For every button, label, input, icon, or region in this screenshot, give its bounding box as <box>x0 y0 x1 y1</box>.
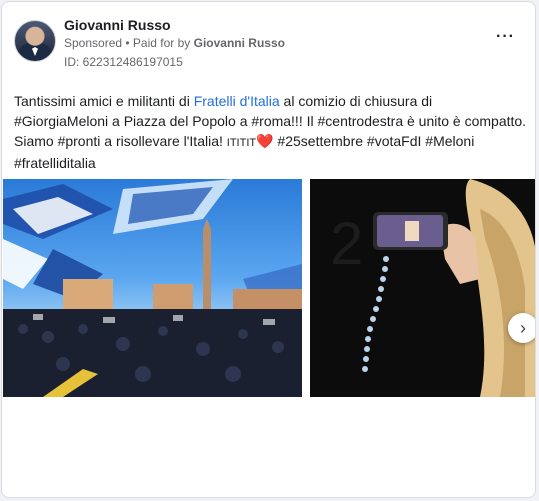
author-name[interactable]: Giovanni Russo <box>64 17 171 33</box>
carousel-image-rally[interactable] <box>3 179 302 397</box>
heart-icon: ❤️ <box>256 133 274 149</box>
ad-card: Giovanni Russo Sponsored • Paid for by G… <box>1 1 536 498</box>
paid-for-name: Giovanni Russo <box>193 36 285 50</box>
page-link[interactable]: Fratelli d'Italia <box>194 93 280 109</box>
flags-text: ITITIT <box>226 137 257 149</box>
sponsored-label: Sponsored <box>64 36 123 50</box>
carousel-image-phone[interactable]: 2 <box>310 179 535 397</box>
carousel-next-icon[interactable]: › <box>508 313 535 343</box>
paid-for-prefix: • Paid for by <box>122 36 194 50</box>
rally-photo <box>3 179 302 397</box>
sponsored-line: Sponsored • Paid for by Giovanni Russo <box>64 36 285 50</box>
phone-photo: 2 <box>330 179 535 397</box>
post-text-part1: Tantissimi amici e militanti di <box>14 93 194 109</box>
profile-avatar[interactable] <box>14 20 56 62</box>
post-text: Tantissimi amici e militanti di Fratelli… <box>14 91 529 173</box>
ad-id: ID: 622312486197015 <box>64 55 183 69</box>
more-options-icon[interactable]: ··· <box>496 29 515 45</box>
svg-text:2: 2 <box>330 210 363 277</box>
